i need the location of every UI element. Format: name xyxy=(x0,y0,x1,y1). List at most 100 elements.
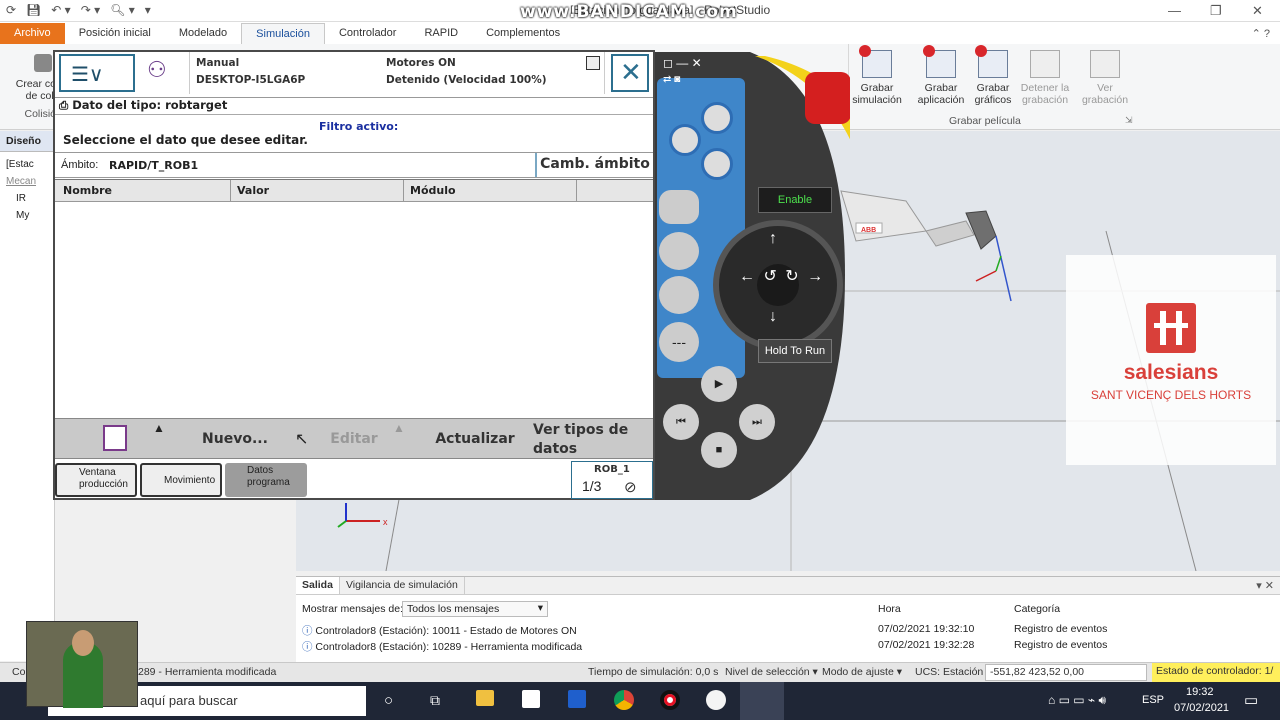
maximize-icon[interactable]: ❐ xyxy=(1210,3,1222,19)
filter-select[interactable]: Todos los mensajes ▾ xyxy=(402,601,548,617)
more-key[interactable]: --- xyxy=(659,322,699,362)
chrome-icon[interactable] xyxy=(614,690,634,710)
redo-icon[interactable]: ↷ ▾ xyxy=(81,3,100,17)
panel-menu-icon[interactable]: ▾ ✕ xyxy=(1250,577,1280,594)
collision-icon xyxy=(34,54,52,72)
bandicam-icon[interactable] xyxy=(660,690,680,710)
coords-field[interactable]: -551,82 423,52 0,00 xyxy=(985,664,1147,681)
flexpendant-window: ☰∨ ⚇ Manual DESKTOP-I5LGA6P Motores ON D… xyxy=(53,50,655,500)
window-controls-icons[interactable]: ◻ — ✕ xyxy=(663,56,702,70)
robotstudio-taskbar-icon[interactable] xyxy=(568,690,586,708)
up-arrow-icon[interactable]: ▲ xyxy=(153,421,165,435)
file-explorer-icon[interactable] xyxy=(476,690,494,706)
app-icon-round[interactable] xyxy=(706,690,726,710)
record-application-button[interactable]: Grabar aplicación xyxy=(915,45,967,106)
snap-mode-dropdown[interactable]: Modo de ajuste ▾ xyxy=(822,666,902,678)
task-program-data[interactable]: Datos programa xyxy=(225,463,307,497)
increment-key[interactable] xyxy=(659,276,699,314)
close-icon: ✕ xyxy=(620,57,642,87)
message-row[interactable]: ⓘ Controlador8 (Estación): 10289 - Herra… xyxy=(302,639,582,654)
tab-vigilancia[interactable]: Vigilancia de simulación xyxy=(340,577,465,594)
minimize-icon[interactable]: — xyxy=(1168,3,1181,18)
customize-icon[interactable]: ▾ xyxy=(145,3,151,17)
execution-state: Detenido (Velocidad 100%) xyxy=(386,74,547,86)
active-app-icon[interactable] xyxy=(740,682,784,720)
language-indicator[interactable]: ESP xyxy=(1142,694,1164,706)
tab-complementos[interactable]: Complementos xyxy=(472,23,574,44)
record-graphics-button[interactable]: Grabar gráficos xyxy=(967,45,1019,106)
key-a[interactable] xyxy=(669,124,701,156)
tab-posicion-inicial[interactable]: Posición inicial xyxy=(65,23,165,44)
hold-to-run-button[interactable]: Hold To Run xyxy=(758,339,832,363)
new-button[interactable]: Nuevo... xyxy=(195,431,275,447)
store-icon[interactable] xyxy=(522,690,540,708)
view-datatypes-button[interactable]: Ver tipos de datos xyxy=(533,421,643,459)
edit-button[interactable]: Editar xyxy=(319,431,389,447)
controller-state[interactable]: Estado de controlador: 1/ xyxy=(1152,663,1280,682)
tree-item-tool[interactable]: My xyxy=(6,207,48,224)
dropdown-chevron-icon: ▾ xyxy=(537,602,543,614)
selection-level-dropdown[interactable]: Nivel de selección ▾ xyxy=(725,666,818,678)
quickset-button[interactable]: ROB_1 1/3 ⊘ xyxy=(571,461,653,499)
tab-salida[interactable]: Salida xyxy=(296,577,340,594)
refresh-button[interactable]: Actualizar xyxy=(431,431,519,447)
tab-rapid[interactable]: RAPID xyxy=(410,23,472,44)
change-scope-button[interactable]: Camb. ámbito xyxy=(535,153,653,177)
tree-item-robot[interactable]: IR xyxy=(6,190,48,207)
col-modulo[interactable]: Módulo xyxy=(404,180,577,201)
col-valor[interactable]: Valor xyxy=(231,180,404,201)
col-nombre[interactable]: Nombre xyxy=(55,180,231,201)
tab-controlador[interactable]: Controlador xyxy=(325,23,410,44)
event-log-icon[interactable] xyxy=(586,56,600,70)
tab-modelado[interactable]: Modelado xyxy=(165,23,241,44)
collision-label-1: Crear co xyxy=(15,78,56,90)
stop-icon[interactable]: ■ xyxy=(701,432,737,468)
abb-menu-button[interactable]: ☰∨ xyxy=(59,54,135,92)
view-recording-button[interactable]: Ver grabación xyxy=(1079,46,1131,106)
data-list-icon[interactable] xyxy=(103,425,127,451)
status-prefix: Co xyxy=(12,666,26,678)
tab-simulacion[interactable]: Simulación xyxy=(241,23,325,44)
dialog-launcher-icon[interactable]: ⇲ xyxy=(1125,115,1133,126)
task-jogging[interactable]: Movimiento xyxy=(140,463,222,497)
tray-icons[interactable]: ⌂ ▭ ▭ ⌁ 🔊︎ xyxy=(1048,693,1106,708)
task-production-window[interactable]: Ventana producción xyxy=(55,463,137,497)
status-display[interactable]: Manual DESKTOP-I5LGA6P Motores ON Deteni… xyxy=(189,52,605,94)
clock-date[interactable]: 07/02/2021 xyxy=(1174,702,1229,714)
save-icon[interactable]: 💾︎ xyxy=(26,3,41,17)
tab-diseno[interactable]: Diseño xyxy=(0,131,54,152)
record-simulation-button[interactable]: Grabar simulación xyxy=(851,45,903,106)
tab-archivo[interactable]: Archivo xyxy=(0,23,65,44)
motion-mode-key[interactable] xyxy=(659,232,699,270)
cortana-icon[interactable]: ○ xyxy=(384,692,393,709)
step-back-icon[interactable]: ⏮ xyxy=(663,404,699,440)
table-header: Nombre Valor Módulo xyxy=(55,180,653,202)
help-icons[interactable]: ⌃ ? xyxy=(1242,23,1280,44)
message-row[interactable]: ⓘ Controlador8 (Estación): 10011 - Estad… xyxy=(302,623,577,638)
svg-text:x: x xyxy=(383,517,388,527)
salesians-name: salesians xyxy=(1123,361,1219,384)
jog-mode-key[interactable] xyxy=(659,190,699,224)
edit-arrow-icon: ▲ xyxy=(393,421,405,435)
operator-window-button[interactable]: ⚇ xyxy=(145,54,181,92)
info-icon: ⓘ xyxy=(302,641,313,653)
close-pendant-button[interactable]: ✕ xyxy=(611,54,649,92)
collision-group[interactable]: Crear co de coli Colisió xyxy=(8,54,56,120)
tree-item-mechanisms[interactable]: Mecan xyxy=(6,173,48,190)
start-icon[interactable]: ▶ xyxy=(701,366,737,402)
key-b[interactable] xyxy=(701,102,733,134)
undo-icon[interactable]: ↶ ▾ xyxy=(51,3,70,17)
step-forward-icon[interactable]: ⏭ xyxy=(739,404,775,440)
task-view-icon[interactable]: ⧉ xyxy=(430,692,440,709)
zoom-icon[interactable]: 🔍︎ ▾ xyxy=(110,3,135,17)
joystick[interactable]: ← ↺ ↻ → ↑ ↓ xyxy=(713,220,843,350)
col-categoria: Categoría xyxy=(1014,603,1061,615)
close-window-icon[interactable]: ✕ xyxy=(1252,3,1263,19)
stop-recording-button[interactable]: Detener la grabación xyxy=(1019,46,1071,106)
notifications-icon[interactable]: ▭ xyxy=(1244,691,1258,709)
tree-item-station[interactable]: [Estac xyxy=(6,156,48,173)
key-c[interactable] xyxy=(701,148,733,180)
clock-time[interactable]: 19:32 xyxy=(1186,686,1214,698)
enable-button[interactable]: Enable xyxy=(758,187,832,213)
pendant-small-icons[interactable]: ⇄ ◙ xyxy=(663,74,680,85)
